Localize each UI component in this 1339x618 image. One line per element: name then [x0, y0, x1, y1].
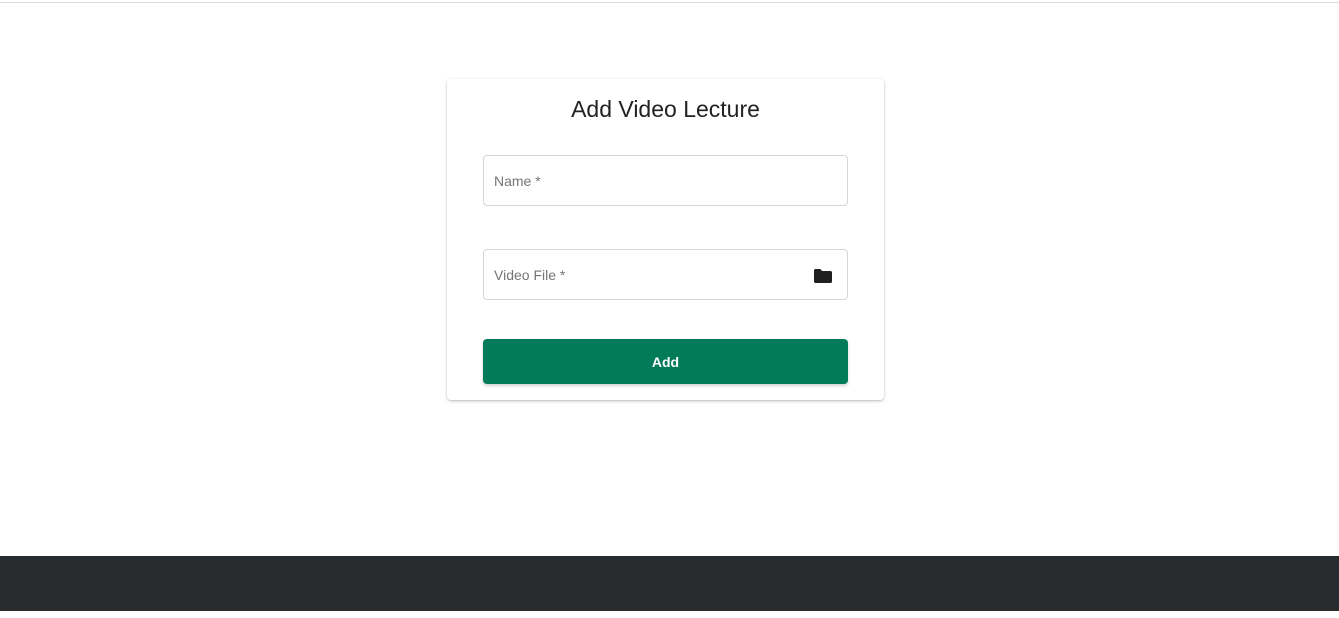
footer [0, 556, 1339, 611]
video-file-input[interactable] [484, 250, 847, 299]
top-divider [0, 2, 1339, 3]
add-button[interactable]: Add [483, 339, 848, 384]
name-input[interactable] [484, 156, 847, 205]
folder-icon[interactable] [813, 268, 833, 284]
add-video-lecture-card: Add Video Lecture Add [447, 79, 884, 400]
video-file-field[interactable] [483, 249, 848, 300]
form-title: Add Video Lecture [571, 96, 760, 122]
name-field[interactable] [483, 155, 848, 206]
